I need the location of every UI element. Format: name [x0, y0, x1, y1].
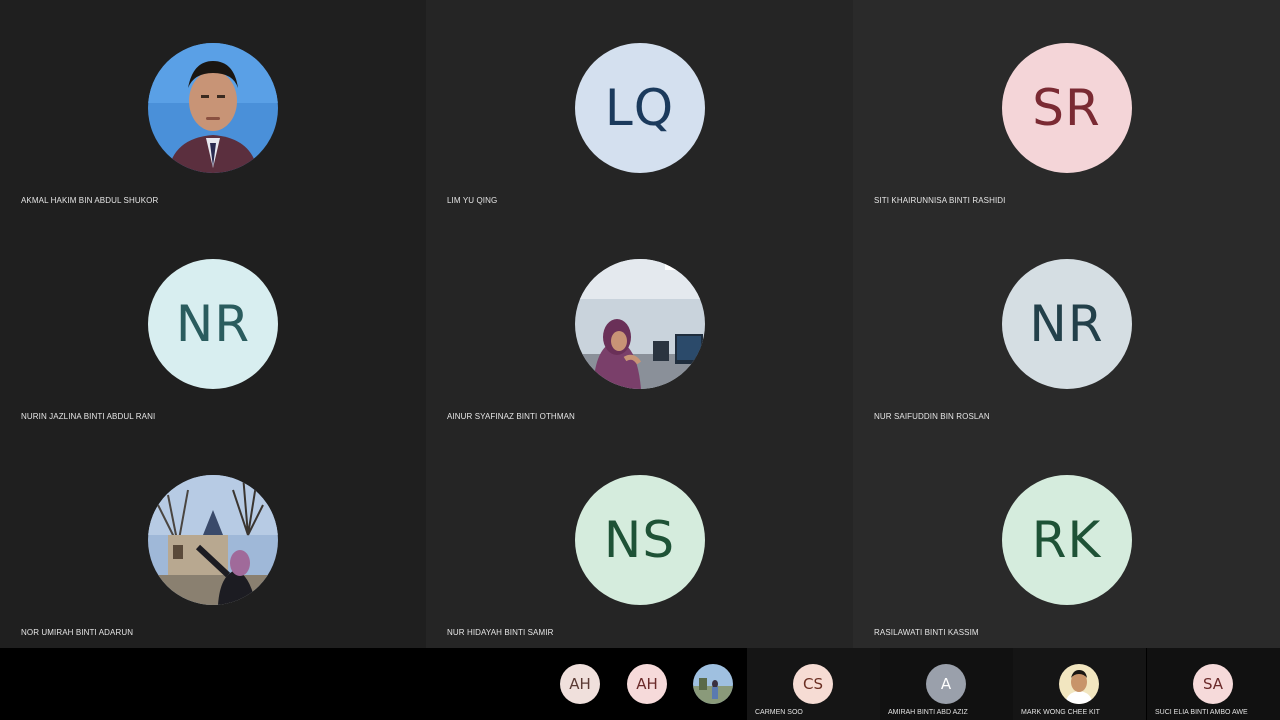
strip-participant-tile[interactable]: CS CARMEN SOO — [747, 648, 880, 720]
participant-initials-avatar: NS — [574, 475, 705, 605]
participant-name: NUR HIDAYAH BINTI SAMIR — [447, 628, 554, 637]
participant-initials-avatar: NR — [1001, 259, 1132, 389]
mini-participant-photo-avatar[interactable] — [693, 664, 733, 704]
strip-participant-tile[interactable]: A AMIRAH BINTI ABD AZIZ — [880, 648, 1013, 720]
participant-photo-avatar — [148, 475, 278, 605]
participant-name: NUR SAIFUDDIN BIN ROSLAN — [874, 412, 990, 421]
participant-grid: AKMAL HAKIM BIN ABDUL SHUKOR LQ LIM YU Q… — [0, 0, 1280, 648]
participant-name: NURIN JAZLINA BINTI ABDUL RANI — [21, 412, 156, 421]
participant-tile[interactable]: LQ LIM YU QING — [426, 0, 853, 216]
participant-initials-avatar: RK — [1001, 475, 1132, 605]
meeting-stage: AKMAL HAKIM BIN ABDUL SHUKOR LQ LIM YU Q… — [0, 0, 1280, 720]
participant-photo-avatar — [574, 259, 705, 389]
participant-tile[interactable]: NOR UMIRAH BINTI ADARUN — [0, 432, 426, 648]
outdoor-photo-icon — [693, 664, 733, 704]
participant-name: RASILAWATI BINTI KASSIM — [874, 628, 979, 637]
participant-tile[interactable]: AINUR SYAFINAZ BINTI OTHMAN — [426, 216, 853, 432]
participant-tile[interactable]: NR NUR SAIFUDDIN BIN ROSLAN — [853, 216, 1280, 432]
participant-photo-avatar — [148, 43, 278, 173]
mini-participant-avatar[interactable]: AH — [627, 664, 667, 704]
participant-name: SITI KHAIRUNNISA BINTI RASHIDI — [874, 196, 1006, 205]
castle-outdoor-photo-icon — [148, 475, 278, 605]
strip-participant-name: MARK WONG CHEE KIT — [1021, 709, 1100, 716]
participant-name: NOR UMIRAH BINTI ADARUN — [21, 628, 134, 637]
participant-tile[interactable]: SR SITI KHAIRUNNISA BINTI RASHIDI — [853, 0, 1280, 216]
computer-lab-photo-icon — [574, 259, 705, 389]
strip-participant-tile[interactable]: SA SUCI ELIA BINTI AMBO AWE — [1147, 648, 1280, 720]
man-portrait-photo-icon — [148, 43, 278, 173]
strip-participant-avatar: CS — [793, 664, 833, 704]
participant-tile[interactable]: RK RASILAWATI BINTI KASSIM — [853, 432, 1280, 648]
participant-tile[interactable]: NS NUR HIDAYAH BINTI SAMIR — [426, 432, 853, 648]
strip-participant-avatar: SA — [1193, 664, 1233, 704]
participant-strip: AH AH CS CARMEN SOO A AMIRAH BINTI ABD A… — [0, 648, 1280, 720]
strip-participant-name: SUCI ELIA BINTI AMBO AWE — [1155, 709, 1248, 716]
strip-participant-avatar: A — [926, 664, 966, 704]
participant-initials-avatar: NR — [148, 259, 278, 389]
participant-name: AKMAL HAKIM BIN ABDUL SHUKOR — [21, 196, 159, 205]
mini-participant-avatar[interactable]: AH — [560, 664, 600, 704]
participant-tile[interactable]: AKMAL HAKIM BIN ABDUL SHUKOR — [0, 0, 426, 216]
strip-participant-name: CARMEN SOO — [755, 709, 803, 716]
strip-participant-tile[interactable]: MARK WONG CHEE KIT — [1013, 648, 1146, 720]
participant-initials-avatar: SR — [1001, 43, 1132, 173]
participant-name: AINUR SYAFINAZ BINTI OTHMAN — [447, 412, 575, 421]
strip-participant-name: AMIRAH BINTI ABD AZIZ — [888, 709, 968, 716]
participant-initials-avatar: LQ — [574, 43, 705, 173]
strip-participant-photo-avatar — [1059, 664, 1099, 704]
participant-tile[interactable]: NR NURIN JAZLINA BINTI ABDUL RANI — [0, 216, 426, 432]
man-yellow-photo-icon — [1059, 664, 1099, 704]
participant-name: LIM YU QING — [447, 196, 498, 205]
